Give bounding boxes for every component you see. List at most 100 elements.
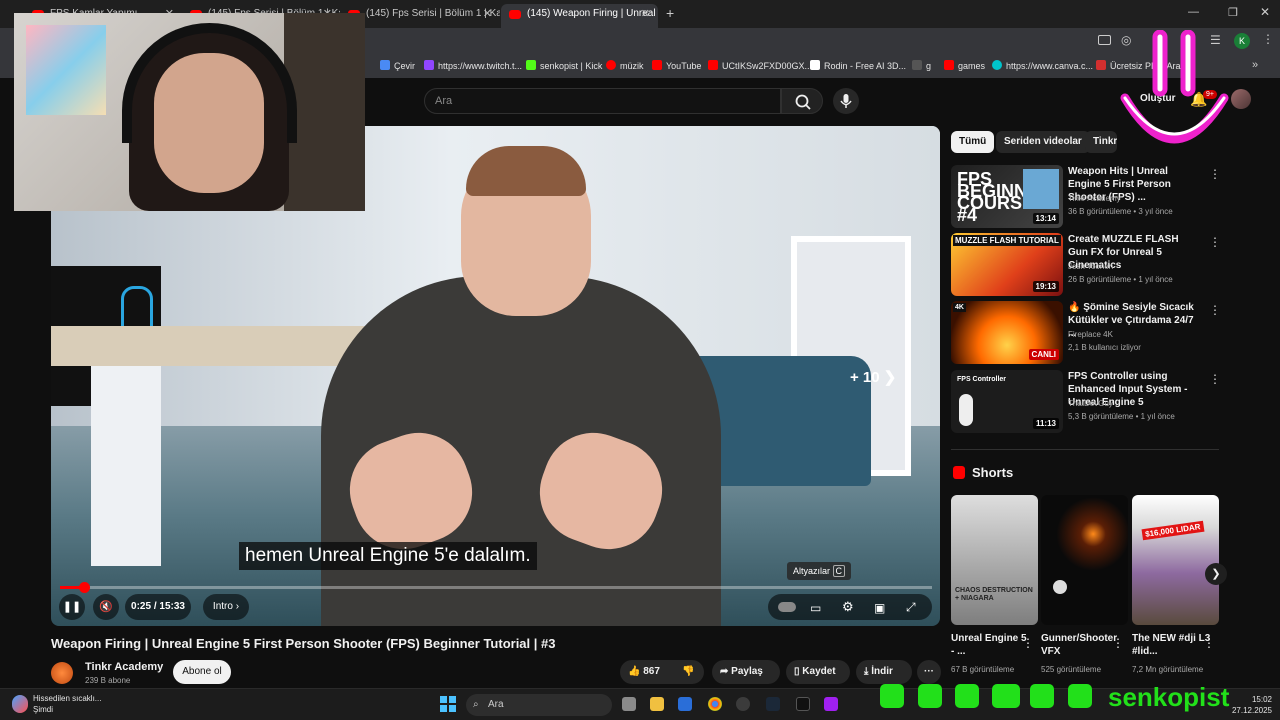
more-options-icon[interactable]: ⋮ — [1209, 372, 1221, 386]
presenter-hair — [466, 146, 586, 196]
more-options-icon[interactable]: ⋮ — [1209, 235, 1221, 249]
short-title[interactable]: Unreal Engine 5 - ... — [951, 632, 1031, 658]
fullscreen-icon[interactable]: ⤢ — [906, 594, 916, 620]
browser-tab-active[interactable]: (145) Weapon Firing | Unreal En ✕ — [501, 4, 658, 28]
drawer-image — [91, 366, 161, 566]
more-options-icon[interactable]: ⋮ — [1209, 303, 1221, 317]
like-button[interactable]: 👍 867 — [628, 660, 660, 684]
maximize-icon[interactable]: ❐ — [1228, 6, 1238, 19]
short-thumbnail[interactable]: $16,000 LIDAR — [1132, 495, 1219, 625]
bookmark[interactable]: games — [944, 60, 985, 71]
app-icon[interactable] — [824, 697, 838, 711]
recommended-video[interactable]: 4K CANLI 🔥 Şömine Sesiyle Sıcacık Kütükl… — [951, 301, 1221, 365]
more-actions-button[interactable]: ··· — [917, 660, 941, 684]
video-thumbnail[interactable]: 4K CANLI — [951, 301, 1063, 364]
streamer-handle: senkopist — [1108, 682, 1230, 712]
short-thumbnail[interactable] — [1041, 495, 1128, 625]
thumbnail-text: CHAOS DESTRUCTION + NIAGARA — [955, 587, 1033, 602]
recommended-video[interactable]: MUZZLE FLASH TUTORIAL 19:13 Create MUZZL… — [951, 233, 1221, 297]
task-view-icon[interactable] — [622, 697, 636, 711]
epic-games-icon[interactable] — [796, 697, 810, 711]
download-button[interactable]: ⤓ İndir — [856, 660, 912, 684]
bookmark[interactable]: https://www.twitch.t... — [424, 60, 522, 71]
voice-search-button[interactable] — [833, 88, 859, 114]
chip-series[interactable]: Seriden videolar — [996, 131, 1090, 153]
search-button[interactable] — [781, 88, 823, 114]
profile-avatar[interactable]: K — [1234, 33, 1250, 49]
short-title[interactable]: Gunner/Shooter VFX — [1041, 632, 1121, 658]
headphones-image — [122, 23, 297, 143]
share-button[interactable]: ➦ Paylaş — [712, 660, 780, 684]
bookmark[interactable]: müzik — [606, 60, 644, 71]
system-clock[interactable]: 15:02 27.12.2025 — [1228, 694, 1272, 716]
close-tab-icon[interactable]: ✕ — [641, 4, 650, 24]
subtitles-icon[interactable]: ▭ — [810, 595, 821, 621]
chrome-icon[interactable] — [708, 697, 722, 711]
subscribe-button[interactable]: Abone ol — [173, 660, 231, 684]
more-options-icon[interactable]: ⋮ — [1022, 636, 1034, 650]
chip-all[interactable]: Tümü — [951, 131, 995, 153]
menu-dots-icon[interactable]: ⋮ — [1262, 32, 1274, 46]
mute-button[interactable]: 🔇 — [93, 594, 119, 620]
seek-handle[interactable] — [78, 582, 90, 593]
recommended-video[interactable]: FPS BEGINNER COURSE #4 13:14 Weapon Hits… — [951, 165, 1221, 229]
dislike-button[interactable]: 👎 — [682, 660, 694, 684]
bookmark[interactable]: https://www.canva.c... — [992, 60, 1093, 71]
search-icon — [795, 94, 811, 110]
channel-name[interactable]: Fireplace 4K — [1068, 330, 1113, 339]
video-thumbnail[interactable]: FPS Controller 11:13 — [951, 370, 1063, 433]
minimize-icon[interactable]: — — [1188, 6, 1199, 18]
chevron-right-icon: › — [235, 601, 240, 612]
more-options-icon[interactable]: ⋮ — [1112, 636, 1124, 650]
bookmark[interactable]: UCtIKSw2FXD00GX... — [708, 60, 812, 71]
close-tab-icon[interactable]: ✕ — [483, 4, 492, 24]
bookmark-label: https://www.canva.c... — [1006, 61, 1094, 71]
like-dislike-group: 👍 867 👎 — [620, 660, 704, 684]
settings-gear-icon[interactable]: ⚙ — [842, 594, 854, 620]
music-icon — [606, 60, 616, 70]
new-tab-button[interactable]: + — [666, 5, 674, 21]
bookmark[interactable]: g — [912, 60, 931, 71]
weather-icon[interactable] — [12, 695, 28, 713]
video-meta: 36 B görüntüleme • 3 yıl önce — [1068, 207, 1173, 216]
save-button[interactable]: ▯ Kaydet — [786, 660, 850, 684]
more-bookmarks-icon[interactable]: » — [1252, 59, 1258, 71]
shorts-next-button[interactable]: ❯ — [1205, 563, 1227, 585]
channel-name[interactable]: ThatDevGuy — [1068, 399, 1113, 408]
weather-widget[interactable]: Hissedilen sıcaklı... Şimdi — [33, 693, 101, 715]
channel-avatar[interactable] — [51, 662, 73, 684]
bookmark[interactable]: senkopist | Kick — [526, 60, 602, 71]
close-window-icon[interactable]: ✕ — [1260, 5, 1270, 19]
more-options-icon[interactable]: ⋮ — [1209, 167, 1221, 181]
seek-bar[interactable] — [60, 586, 932, 589]
chapter-button[interactable]: Intro › — [203, 594, 249, 620]
windows-start-icon[interactable] — [440, 696, 456, 712]
video-thumbnail[interactable]: FPS BEGINNER COURSE #4 13:14 — [951, 165, 1063, 228]
more-options-icon[interactable]: ⋮ — [1203, 636, 1215, 650]
chip-channel[interactable]: Tinkr Acad... — [1085, 131, 1117, 153]
taskbar-search[interactable]: ⌕ Ara — [466, 694, 612, 716]
bookmark[interactable]: YouTube — [652, 60, 701, 71]
channel-name[interactable]: Josh Toonen — [1068, 262, 1113, 271]
cast-icon[interactable] — [1098, 35, 1111, 45]
more-dots-icon: ··· — [924, 666, 934, 677]
channel-name[interactable]: Tinkr Academy — [85, 661, 163, 673]
short-title[interactable]: The NEW #dji L3 #lid... — [1132, 632, 1212, 658]
muted-speaker-icon: 🔇 — [99, 601, 113, 613]
search-input[interactable]: Ara — [424, 88, 781, 114]
steam-icon[interactable] — [766, 697, 780, 711]
store-icon[interactable] — [678, 697, 692, 711]
obs-icon[interactable] — [736, 697, 750, 711]
theater-mode-icon[interactable]: ▣ — [874, 595, 885, 621]
video-thumbnail[interactable]: MUZZLE FLASH TUTORIAL 19:13 — [951, 233, 1063, 296]
autoplay-toggle[interactable] — [778, 602, 796, 612]
file-explorer-icon[interactable] — [650, 697, 664, 711]
short-thumbnail[interactable]: CHAOS DESTRUCTION + NIAGARA — [951, 495, 1038, 625]
bookmark[interactable]: Çevir — [380, 60, 415, 71]
channel-name[interactable]: Tinkr Academy — [1068, 194, 1121, 203]
recommended-video[interactable]: FPS Controller 11:13 FPS Controller usin… — [951, 370, 1221, 434]
account-avatar[interactable] — [1231, 89, 1251, 109]
pause-button[interactable]: ❚❚ — [59, 594, 85, 620]
bookmark[interactable]: Rodin - Free AI 3D... — [810, 60, 906, 71]
youtube-favicon-icon — [509, 10, 521, 19]
